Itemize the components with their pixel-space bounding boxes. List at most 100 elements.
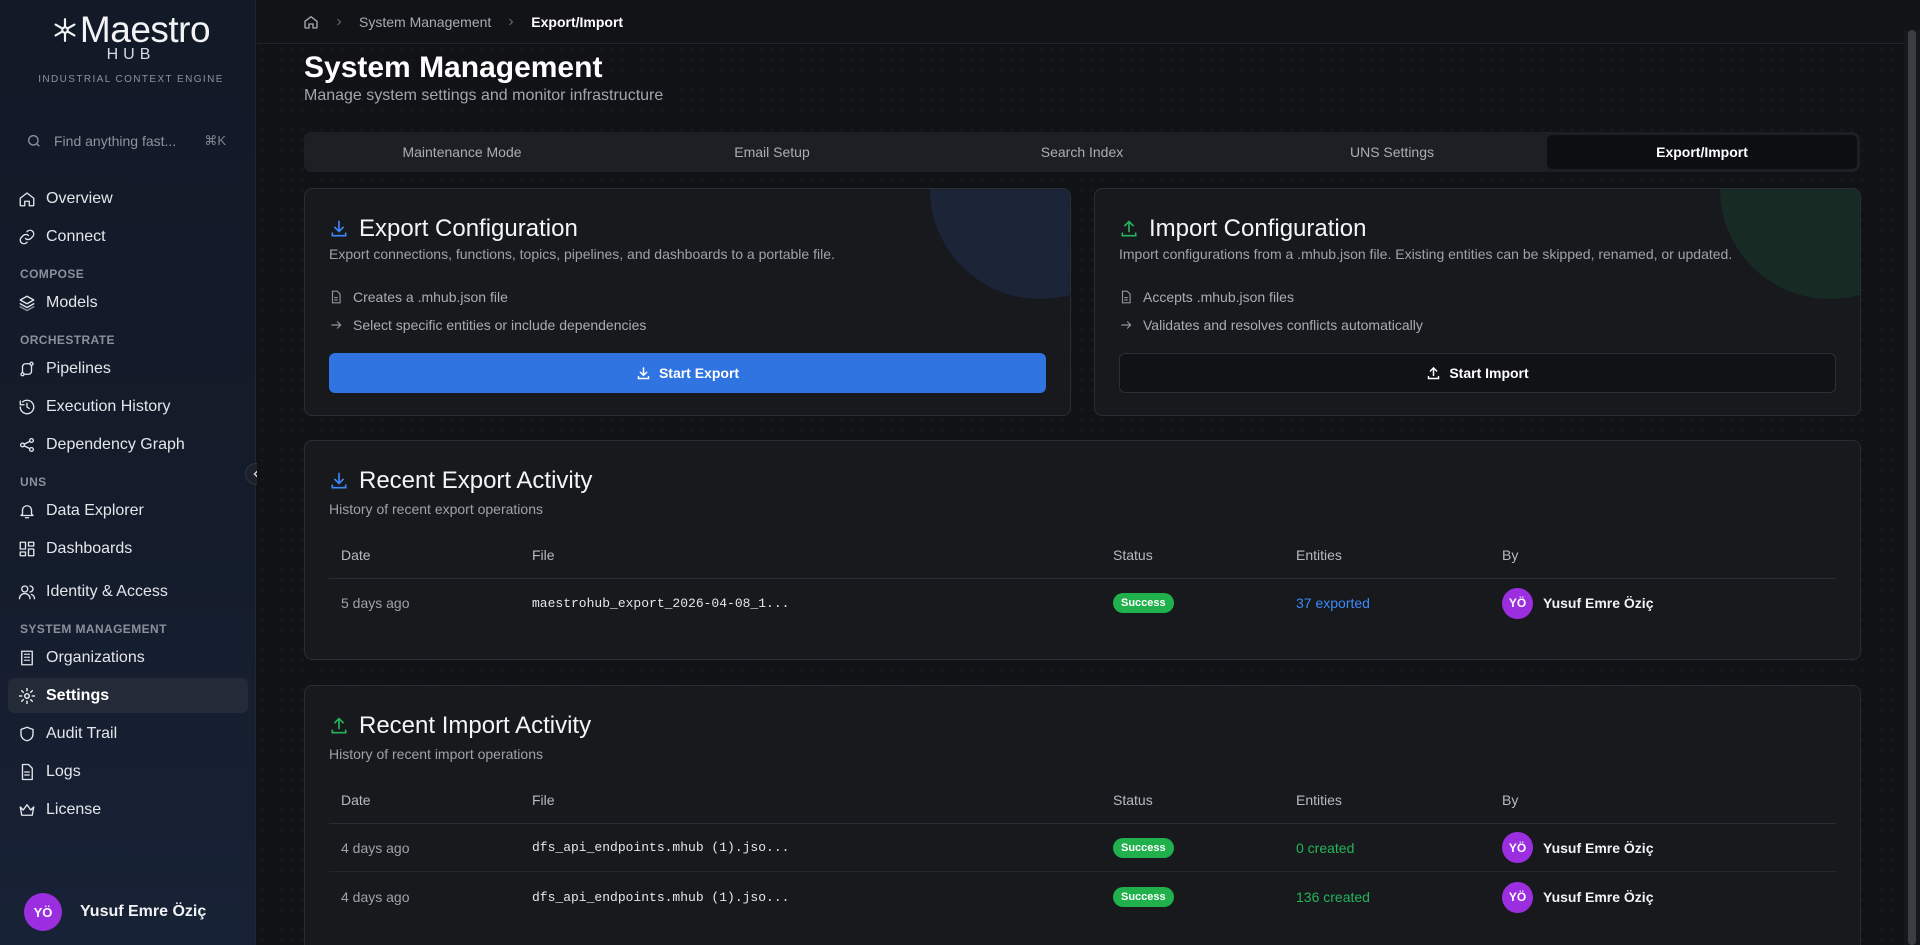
- recent-import-activity-card: Recent Import Activity History of recent…: [304, 685, 1861, 945]
- link-icon: [19, 229, 35, 244]
- status-badge: Success: [1113, 887, 1174, 907]
- start-import-label: Start Import: [1449, 365, 1529, 381]
- file-icon: [1121, 290, 1131, 304]
- table-row[interactable]: 5 days ago maestrohub_export_2026-04-08_1…: [329, 579, 1836, 627]
- sidebar-item-label: Identity & Access: [46, 582, 168, 600]
- tab-uns-settings[interactable]: UNS Settings: [1237, 135, 1547, 169]
- pipeline-icon: [20, 361, 34, 376]
- import-feature2-text: Validates and resolves conflicts automat…: [1143, 317, 1423, 333]
- sidebar-item-license[interactable]: License: [8, 792, 248, 827]
- page-title: System Management: [304, 51, 603, 84]
- sidebar-item-logs[interactable]: Logs: [8, 754, 248, 789]
- start-import-button[interactable]: Start Import: [1119, 353, 1836, 393]
- brand-tagline: INDUSTRIAL CONTEXT ENGINE: [38, 74, 224, 85]
- sidebar-item-execution-history[interactable]: Execution History: [8, 389, 248, 424]
- sidebar-item-organizations[interactable]: Organizations: [8, 640, 248, 675]
- upload-icon: [331, 717, 347, 734]
- row-user: YÖ Yusuf Emre Öziç: [1502, 881, 1653, 913]
- column-entities: Entities: [1296, 791, 1342, 808]
- recent-export-activity-card: Recent Export Activity History of recent…: [304, 440, 1861, 660]
- sidebar-item-label: Settings: [46, 686, 110, 704]
- card-decoration: [1720, 189, 1860, 299]
- crown-icon: [19, 803, 35, 816]
- page-scrollbar[interactable]: [1904, 30, 1920, 945]
- sidebar-item-models[interactable]: Models: [8, 285, 248, 320]
- row-date: 5 days ago: [341, 595, 410, 611]
- sidebar-item-label: Logs: [46, 762, 81, 780]
- status-badge-label: Success: [1113, 887, 1174, 907]
- grid-icon: [19, 541, 35, 556]
- sidebar-item-label: Pipelines: [46, 359, 111, 377]
- column-date: Date: [341, 546, 371, 563]
- tab-email-setup[interactable]: Email Setup: [617, 135, 927, 169]
- export-activity-title-text: Recent Export Activity: [359, 467, 593, 494]
- download-icon: [331, 472, 347, 489]
- tab-search-index[interactable]: Search Index: [927, 135, 1237, 169]
- row-entities: 136 created: [1296, 889, 1370, 905]
- tab-maintenance-mode[interactable]: Maintenance Mode: [307, 135, 617, 169]
- sidebar-item-connect[interactable]: Connect: [8, 219, 248, 254]
- export-activity-title: Recent Export Activity: [329, 467, 592, 495]
- scrollbar-thumb[interactable]: [1908, 30, 1916, 945]
- user-profile[interactable]: YÖ Yusuf Emre Öziç: [24, 893, 206, 931]
- search-icon: [28, 135, 40, 147]
- column-by: By: [1502, 546, 1519, 563]
- export-feature2-text: Select specific entities or include depe…: [353, 317, 647, 333]
- sidebar-nav: Overview Connect COMPOSE Models ORCHESTRATE P…: [8, 181, 248, 830]
- sidebar-item-pipelines[interactable]: Pipelines: [8, 351, 248, 386]
- sidebar-item-label: License: [46, 800, 102, 818]
- export-card-title: Export Configuration: [329, 215, 578, 243]
- download-icon: [331, 220, 347, 237]
- global-search[interactable]: Find anything fast... ⌘K: [26, 128, 226, 154]
- sidebar-item-settings[interactable]: Settings: [8, 678, 248, 713]
- export-title-text: Export Configuration: [359, 215, 578, 242]
- row-file: dfs_api_endpoints.mhub (1).jso...: [532, 840, 790, 855]
- home-icon[interactable]: [303, 14, 319, 30]
- sidebar-item-label: Connect: [46, 227, 106, 245]
- nav-group-label: UNS: [20, 475, 47, 489]
- asterisk-logo-icon: [54, 18, 76, 42]
- tab-export-import[interactable]: Export/Import: [1547, 135, 1857, 169]
- share-icon: [19, 437, 35, 452]
- import-configuration-card: Import Configuration Import configuratio…: [1094, 188, 1861, 416]
- row-user-name: Yusuf Emre Öziç: [1543, 595, 1654, 611]
- settings-tabs: Maintenance Mode Email Setup Search Index U…: [304, 132, 1860, 172]
- breadcrumb: System Management Export/Import: [257, 0, 1920, 44]
- arrow-right-icon: [1121, 321, 1132, 329]
- table-row[interactable]: 4 days ago dfs_api_endpoints.mhub (1).jso…: [329, 873, 1836, 921]
- sidebar-item-dashboards[interactable]: Dashboards: [8, 531, 248, 566]
- sidebar-item-label: Execution History: [46, 397, 171, 415]
- column-file: File: [532, 546, 555, 563]
- logo[interactable]: Maestro HUB INDUSTRIAL CONTEXT ENGINE: [36, 10, 226, 86]
- sidebar-item-overview[interactable]: Overview: [8, 181, 248, 216]
- breadcrumb-section[interactable]: System Management: [359, 14, 491, 30]
- users-icon: [18, 584, 36, 599]
- file-icon: [21, 763, 33, 780]
- sidebar-item-audit-trail[interactable]: Audit Trail: [8, 716, 248, 751]
- export-feature1-text: Creates a .mhub.json file: [353, 289, 508, 305]
- history-icon: [19, 399, 35, 414]
- start-export-label: Start Export: [658, 365, 740, 381]
- table-header: Date File Status Entities By: [329, 531, 1836, 579]
- row-entities[interactable]: 37 exported: [1296, 595, 1370, 611]
- status-badge-label: Success: [1113, 837, 1174, 858]
- start-export-button[interactable]: Start Export: [329, 353, 1046, 393]
- nav-group-label: SYSTEM MANAGEMENT: [20, 622, 167, 636]
- avatar: YÖ: [1502, 881, 1533, 913]
- table-row[interactable]: 4 days ago dfs_api_endpoints.mhub (1).jso…: [329, 824, 1836, 872]
- chevron-right-icon: [337, 18, 342, 25]
- download-icon: [637, 366, 650, 379]
- bell-icon: [20, 504, 34, 518]
- file-icon: [331, 290, 341, 304]
- row-date: 4 days ago: [341, 839, 410, 856]
- import-activity-subtitle: History of recent import operations: [329, 746, 543, 762]
- export-feature-file: Creates a .mhub.json file: [329, 289, 508, 305]
- column-entities: Entities: [1296, 546, 1342, 563]
- import-activity-title: Recent Import Activity: [329, 712, 591, 740]
- sidebar-item-identity-access[interactable]: Identity & Access: [8, 574, 248, 609]
- column-status: Status: [1113, 546, 1153, 563]
- chevron-right-icon: [509, 18, 514, 25]
- sidebar-item-dependency-graph[interactable]: Dependency Graph: [8, 427, 248, 462]
- row-file: maestrohub_export_2026-04-08_1...: [532, 595, 790, 611]
- sidebar-item-data-explorer[interactable]: Data Explorer: [8, 493, 248, 528]
